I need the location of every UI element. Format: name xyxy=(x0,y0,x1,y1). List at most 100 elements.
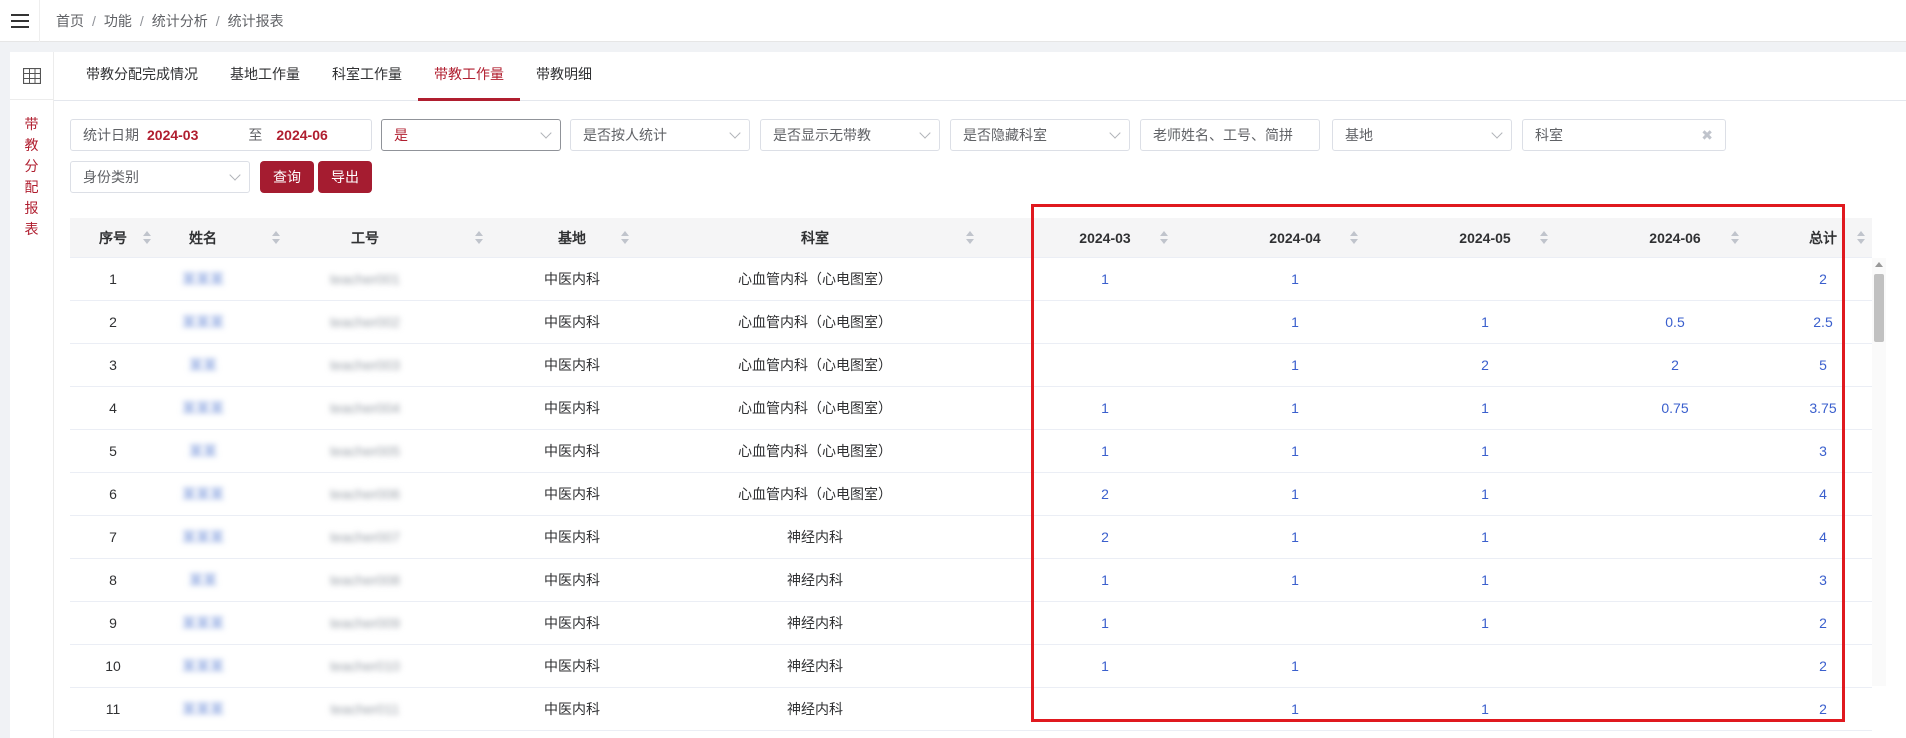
tab-dept-workload[interactable]: 科室工作量 xyxy=(316,51,418,100)
tab-teaching-workload[interactable]: 带教工作量 xyxy=(418,51,520,101)
cell-m4[interactable] xyxy=(1600,559,1750,601)
cell-m4[interactable] xyxy=(1600,602,1750,644)
cell-total[interactable]: 3 xyxy=(1770,430,1876,472)
tab-teaching-detail[interactable]: 带教明细 xyxy=(520,51,608,100)
cell-m2[interactable]: 1 xyxy=(1220,688,1370,730)
table-row[interactable]: 8 某某 teacher008 中医内科 神经内科 1 1 1 3 xyxy=(70,559,1872,602)
table-row[interactable]: 6 某某某 teacher006 中医内科 心血管内科（心电图室） 2 1 1 4 xyxy=(70,473,1872,516)
cell-m4[interactable]: 0.75 xyxy=(1600,387,1750,429)
date-range-picker[interactable]: 统计日期 2024-03 至 2024-06 xyxy=(70,119,372,151)
cell-m4[interactable]: 0.5 xyxy=(1600,301,1750,343)
cell-m3[interactable]: 1 xyxy=(1410,602,1560,644)
cell-m1[interactable]: 1 xyxy=(1030,645,1180,687)
table-row[interactable]: 1 某某某 teacher001 中医内科 心血管内科（心电图室） 1 1 2 xyxy=(70,258,1872,301)
cell-m1[interactable] xyxy=(1030,344,1180,386)
cell-m2[interactable]: 1 xyxy=(1220,645,1370,687)
cell-m2[interactable]: 1 xyxy=(1220,516,1370,558)
query-button[interactable]: 查询 xyxy=(260,161,314,193)
date-end-value[interactable]: 2024-06 xyxy=(276,127,327,143)
cell-m3[interactable]: 1 xyxy=(1410,688,1560,730)
header-2024-05[interactable]: 2024-05 xyxy=(1410,218,1560,258)
sort-icon[interactable] xyxy=(621,231,629,245)
cell-m3[interactable]: 1 xyxy=(1410,559,1560,601)
table-row[interactable]: 7 某某某 teacher007 中医内科 神经内科 2 1 1 4 xyxy=(70,516,1872,559)
table-row[interactable]: 2 某某某 teacher002 中医内科 心血管内科（心电图室） 1 1 0.5 2.5 xyxy=(70,301,1872,344)
scroll-up-icon[interactable] xyxy=(1875,262,1883,267)
cell-total[interactable]: 2 xyxy=(1770,645,1876,687)
cell-m3[interactable]: 1 xyxy=(1410,430,1560,472)
header-dept[interactable]: 科室 xyxy=(630,218,1000,258)
cell-m1[interactable]: 2 xyxy=(1030,516,1180,558)
dept-select[interactable]: 科室 ✖ xyxy=(1522,119,1726,151)
cell-m4[interactable]: 2 xyxy=(1600,344,1750,386)
cell-m1[interactable]: 1 xyxy=(1030,387,1180,429)
yes-select[interactable]: 是 xyxy=(381,119,561,151)
cell-total[interactable]: 3.75 xyxy=(1770,387,1876,429)
cell-m4[interactable] xyxy=(1600,688,1750,730)
cell-m2[interactable]: 1 xyxy=(1220,344,1370,386)
cell-m3[interactable]: 1 xyxy=(1410,473,1560,515)
cell-total[interactable]: 2.5 xyxy=(1770,301,1876,343)
teacher-search-input[interactable]: 老师姓名、工号、简拼 xyxy=(1140,119,1320,151)
cell-m1[interactable] xyxy=(1030,688,1180,730)
header-2024-06[interactable]: 2024-06 xyxy=(1600,218,1750,258)
tab-base-workload[interactable]: 基地工作量 xyxy=(214,51,316,100)
sort-icon[interactable] xyxy=(143,231,151,245)
cell-m3[interactable]: 1 xyxy=(1410,516,1560,558)
cell-m2[interactable]: 1 xyxy=(1220,559,1370,601)
export-button[interactable]: 导出 xyxy=(318,161,372,193)
cell-m3[interactable] xyxy=(1410,258,1560,300)
sort-icon[interactable] xyxy=(1540,231,1548,245)
cell-m4[interactable] xyxy=(1600,430,1750,472)
breadcrumb-item-home[interactable]: 首页 xyxy=(56,11,84,31)
cell-m3[interactable]: 1 xyxy=(1410,387,1560,429)
breadcrumb-item-analysis[interactable]: 统计分析 xyxy=(152,11,208,31)
cell-m2[interactable]: 1 xyxy=(1220,301,1370,343)
header-name[interactable]: 姓名 xyxy=(160,218,246,258)
breadcrumb-item-function[interactable]: 功能 xyxy=(104,11,132,31)
sort-icon[interactable] xyxy=(1731,231,1739,245)
sort-icon[interactable] xyxy=(1350,231,1358,245)
date-start-value[interactable]: 2024-03 xyxy=(147,127,198,143)
cell-m4[interactable] xyxy=(1600,258,1750,300)
cell-total[interactable]: 2 xyxy=(1770,602,1876,644)
cell-m3[interactable]: 2 xyxy=(1410,344,1560,386)
cell-m2[interactable]: 1 xyxy=(1220,473,1370,515)
sort-icon[interactable] xyxy=(475,231,483,245)
sort-icon[interactable] xyxy=(1857,231,1865,245)
vertical-scrollbar[interactable] xyxy=(1872,258,1886,686)
cell-m1[interactable] xyxy=(1030,301,1180,343)
cell-total[interactable]: 2 xyxy=(1770,258,1876,300)
cell-m2[interactable]: 1 xyxy=(1220,430,1370,472)
cell-m3[interactable] xyxy=(1410,645,1560,687)
sort-icon[interactable] xyxy=(966,231,974,245)
cell-total[interactable]: 5 xyxy=(1770,344,1876,386)
tab-assignment-completion[interactable]: 带教分配完成情况 xyxy=(70,51,214,100)
cell-m1[interactable]: 1 xyxy=(1030,258,1180,300)
clear-icon[interactable]: ✖ xyxy=(1701,127,1713,144)
header-2024-03[interactable]: 2024-03 xyxy=(1030,218,1180,258)
table-row[interactable]: 11 某某某 teacher011 中医内科 神经内科 1 1 2 xyxy=(70,688,1872,731)
base-select[interactable]: 基地 xyxy=(1332,119,1512,151)
cell-total[interactable]: 4 xyxy=(1770,473,1876,515)
cell-m1[interactable]: 1 xyxy=(1030,430,1180,472)
hide-dept-select[interactable]: 是否隐藏科室 xyxy=(950,119,1130,151)
header-id[interactable]: 工号 xyxy=(282,218,448,258)
menu-toggle-icon[interactable] xyxy=(0,0,40,42)
cell-m4[interactable] xyxy=(1600,473,1750,515)
cell-m2[interactable]: 1 xyxy=(1220,387,1370,429)
table-grid-icon[interactable] xyxy=(10,52,54,100)
cell-m4[interactable] xyxy=(1600,645,1750,687)
cell-total[interactable]: 4 xyxy=(1770,516,1876,558)
cell-m1[interactable]: 2 xyxy=(1030,473,1180,515)
cell-total[interactable]: 3 xyxy=(1770,559,1876,601)
by-person-select[interactable]: 是否按人统计 xyxy=(570,119,750,151)
sort-icon[interactable] xyxy=(272,231,280,245)
cell-m3[interactable]: 1 xyxy=(1410,301,1560,343)
table-row[interactable]: 5 某某 teacher005 中医内科 心血管内科（心电图室） 1 1 1 3 xyxy=(70,430,1872,473)
table-row[interactable]: 3 某某 teacher003 中医内科 心血管内科（心电图室） 1 2 2 5 xyxy=(70,344,1872,387)
identity-select[interactable]: 身份类别 xyxy=(70,161,250,193)
sort-icon[interactable] xyxy=(1160,231,1168,245)
show-no-teaching-select[interactable]: 是否显示无带教 xyxy=(760,119,940,151)
cell-m1[interactable]: 1 xyxy=(1030,602,1180,644)
